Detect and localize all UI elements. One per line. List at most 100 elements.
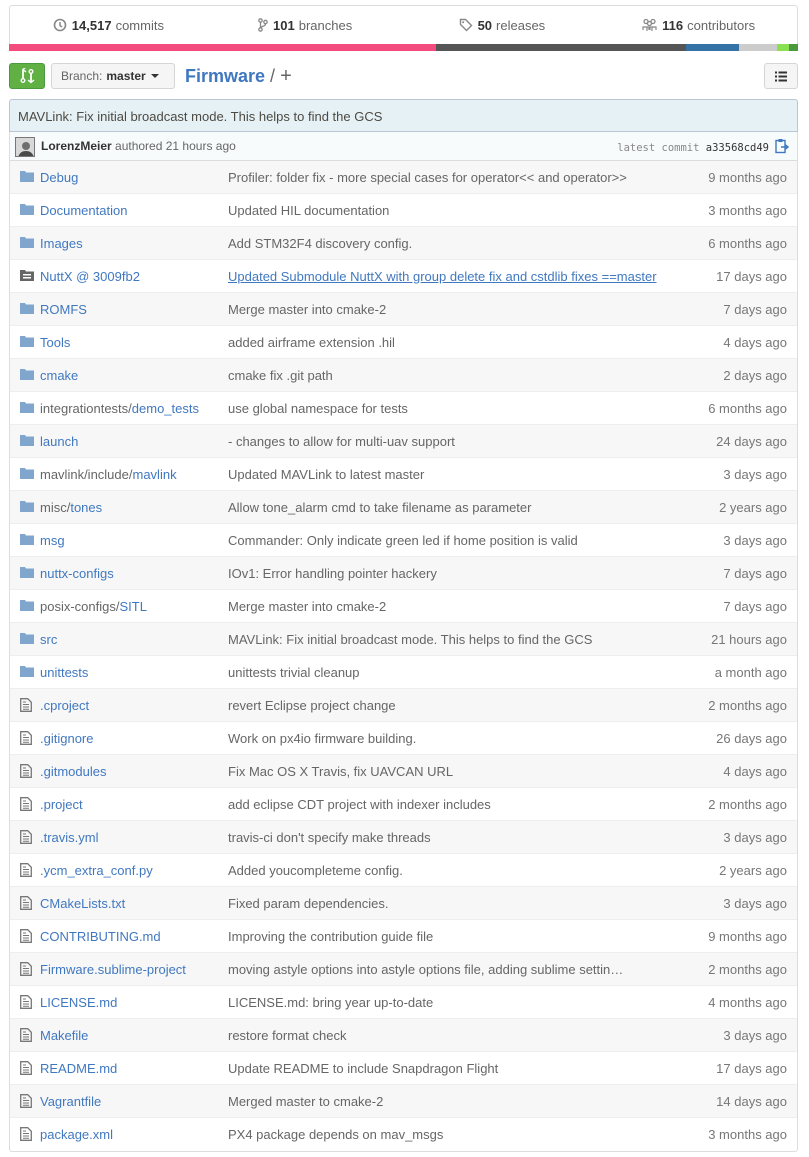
file-name-link[interactable]: misc/tones [40, 500, 102, 515]
file-commit-message[interactable]: Commander: Only indicate green led if ho… [228, 533, 638, 548]
avatar[interactable] [15, 137, 35, 157]
file-name-link[interactable]: .travis.yml [40, 830, 99, 845]
file-commit-message[interactable]: Allow tone_alarm cmd to take filename as… [228, 500, 638, 515]
compare-pull-request-button[interactable] [9, 63, 45, 89]
file-commit-message[interactable]: Merge master into cmake-2 [228, 599, 638, 614]
language-segment[interactable] [738, 44, 777, 51]
file-commit-message[interactable]: Update README to include Snapdragon Flig… [228, 1061, 638, 1076]
language-segment[interactable] [9, 44, 436, 51]
file-name-link[interactable]: CMakeLists.txt [40, 896, 125, 911]
file-row: nuttx-configs IOv1: Error handling pointe… [10, 557, 797, 590]
file-name-link[interactable]: CONTRIBUTING.md [40, 929, 161, 944]
language-bar[interactable] [9, 44, 798, 51]
file-age: 4 days ago [723, 335, 787, 350]
file-commit-message[interactable]: restore format check [228, 1028, 638, 1043]
file-row: .cproject revert Eclipse project change 2 … [10, 689, 797, 722]
file-name-link[interactable]: mavlink/include/mavlink [40, 467, 177, 482]
file-row: package.xml PX4 package depends on mav_ms… [10, 1118, 797, 1151]
file-commit-message[interactable]: Add STM32F4 discovery config. [228, 236, 638, 251]
file-name-link[interactable]: .cproject [40, 698, 89, 713]
file-commit-message[interactable]: add eclipse CDT project with indexer inc… [228, 797, 638, 812]
repo-root-link[interactable]: Firmware [185, 66, 265, 87]
file-directory-icon [20, 302, 34, 317]
file-commit-message[interactable]: Merge master into cmake-2 [228, 302, 638, 317]
file-name-link[interactable]: Firmware.sublime-project [40, 962, 186, 977]
file-commit-message[interactable]: Updated MAVLink to latest master [228, 467, 638, 482]
file-name-link[interactable]: package.xml [40, 1127, 113, 1142]
copy-sha-button[interactable] [775, 138, 790, 157]
branches-label: branches [298, 17, 353, 33]
file-commit-message[interactable]: revert Eclipse project change [228, 698, 638, 713]
language-segment[interactable] [789, 44, 798, 51]
file-name-link[interactable]: nuttx-configs [40, 566, 114, 581]
file-name: SITL [119, 599, 147, 614]
file-age: 2 months ago [708, 698, 787, 713]
file-name-link[interactable]: Makefile [40, 1028, 88, 1043]
file-commit-message[interactable]: Merged master to cmake-2 [228, 1094, 638, 1109]
file-name-link[interactable]: posix-configs/SITL [40, 599, 147, 614]
commit-author[interactable]: LorenzMeier [41, 139, 112, 153]
file-name-link[interactable]: .gitignore [40, 731, 93, 746]
file-age: 3 days ago [723, 830, 787, 845]
file-commit-message[interactable]: Fix Mac OS X Travis, fix UAVCAN URL [228, 764, 638, 779]
file-commit-message[interactable]: Updated Submodule NuttX with group delet… [228, 269, 668, 284]
file-name-link[interactable]: cmake [40, 368, 78, 383]
file-commit-message[interactable]: IOv1: Error handling pointer hackery [228, 566, 638, 581]
file-name-link[interactable]: integrationtests/demo_tests [40, 401, 199, 416]
file-name: .ycm_extra_conf.py [40, 863, 153, 878]
language-segment[interactable] [685, 44, 739, 51]
language-segment[interactable] [776, 44, 790, 51]
contributors-link[interactable]: 116 contributors [600, 6, 797, 44]
file-name-link[interactable]: launch [40, 434, 78, 449]
file-name-link[interactable]: ROMFS [40, 302, 87, 317]
commit-sha-link[interactable]: a33568cd49 [706, 142, 769, 154]
file-name-link[interactable]: msg [40, 533, 65, 548]
file-row: Tools added airframe extension .hil 4 days… [10, 326, 797, 359]
file-commit-message[interactable]: use global namespace for tests [228, 401, 638, 416]
file-age: 4 days ago [723, 764, 787, 779]
file-name-link[interactable]: Debug [40, 170, 78, 185]
file-commit-message[interactable]: Improving the contribution guide file [228, 929, 638, 944]
compare-icon [20, 68, 35, 84]
file-text-icon [20, 863, 32, 880]
commits-link[interactable]: 14,517 commits [10, 6, 207, 44]
file-commit-message[interactable]: Work on px4io firmware building. [228, 731, 638, 746]
language-segment[interactable] [435, 44, 686, 51]
file-commit-message[interactable]: Fixed param dependencies. [228, 896, 638, 911]
file-directory-icon [20, 236, 34, 251]
releases-link[interactable]: 50 releases [404, 6, 601, 44]
file-commit-message[interactable]: Added youcompleteme config. [228, 863, 638, 878]
file-commit-message[interactable]: Updated HIL documentation [228, 203, 638, 218]
file-commit-message[interactable]: unittests trivial cleanup [228, 665, 638, 680]
sha-label: latest commit [617, 142, 700, 154]
file-name-link[interactable]: Tools [40, 335, 70, 350]
file-commit-message[interactable]: moving astyle options into astyle option… [228, 962, 638, 977]
branches-link[interactable]: 101 branches [207, 6, 404, 44]
file-name-link[interactable]: NuttX @ 3009fb2 [40, 269, 140, 284]
file-name-link[interactable]: Vagrantfile [40, 1094, 101, 1109]
file-name-link[interactable]: Images [40, 236, 83, 251]
file-name-link[interactable]: README.md [40, 1061, 117, 1076]
list-view-button[interactable] [764, 63, 798, 89]
file-name-link[interactable]: .gitmodules [40, 764, 106, 779]
file-commit-message[interactable]: Profiler: folder fix - more special case… [228, 170, 638, 185]
file-name-link[interactable]: LICENSE.md [40, 995, 117, 1010]
file-commit-message[interactable]: PX4 package depends on mav_msgs [228, 1127, 638, 1142]
latest-commit-message[interactable]: MAVLink: Fix initial broadcast mode. Thi… [9, 99, 798, 132]
file-name-link[interactable]: .project [40, 797, 83, 812]
file-commit-message[interactable]: LICENSE.md: bring year up-to-date [228, 995, 638, 1010]
file-name-link[interactable]: src [40, 632, 57, 647]
file-commit-message[interactable]: MAVLink: Fix initial broadcast mode. Thi… [228, 632, 638, 647]
file-commit-message[interactable]: - changes to allow for multi-uav support [228, 434, 638, 449]
file-name-link[interactable]: unittests [40, 665, 88, 680]
file-commit-message[interactable]: travis-ci don't specify make threads [228, 830, 638, 845]
branch-select-button[interactable]: Branch: master [51, 63, 175, 89]
file-name-link[interactable]: .ycm_extra_conf.py [40, 863, 153, 878]
branch-name: master [106, 69, 146, 83]
breadcrumb-separator: / [270, 65, 276, 86]
file-commit-message[interactable]: cmake fix .git path [228, 368, 638, 383]
file-commit-message[interactable]: added airframe extension .hil [228, 335, 638, 350]
commits-count: 14,517 [71, 17, 112, 33]
file-name-link[interactable]: Documentation [40, 203, 127, 218]
new-file-button[interactable]: + [280, 65, 292, 88]
